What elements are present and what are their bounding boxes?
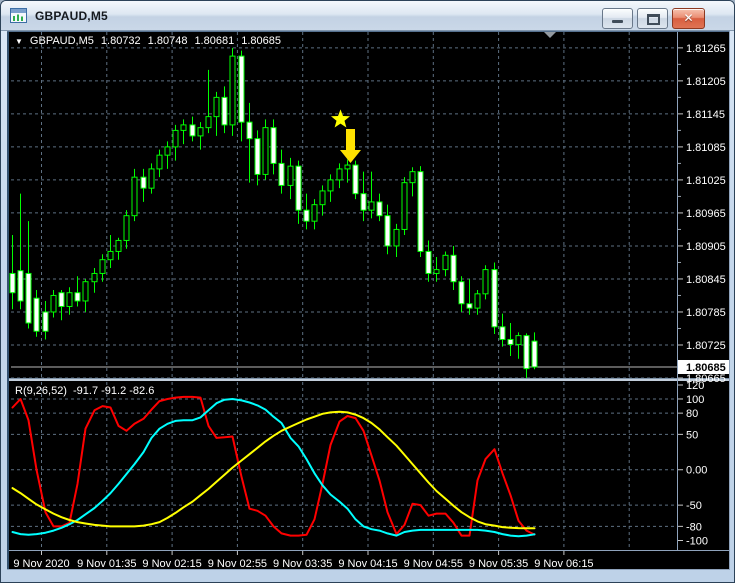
- svg-text:9 Nov 04:15: 9 Nov 04:15: [338, 558, 397, 570]
- svg-text:9 Nov 01:35: 9 Nov 01:35: [77, 558, 136, 570]
- restore-icon: [647, 14, 660, 25]
- restore-button[interactable]: [637, 8, 668, 29]
- svg-text:-50: -50: [686, 500, 702, 512]
- svg-text:1.81025: 1.81025: [686, 175, 726, 187]
- minimize-icon: [612, 20, 623, 23]
- svg-text:1.81085: 1.81085: [686, 142, 726, 154]
- svg-text:120: 120: [686, 380, 704, 392]
- chart-canvas[interactable]: 1.81265 1.81205 1.81145 1.81085 1.81025 1.809…: [7, 31, 730, 570]
- svg-text:0.00: 0.00: [686, 465, 707, 477]
- window-controls: ✕: [602, 8, 705, 29]
- star-marker[interactable]: [331, 109, 350, 128]
- time-axis: 9 Nov 2020 9 Nov 01:35 9 Nov 02:15 9 Nov 02…: [13, 551, 594, 570]
- svg-text:1.80725: 1.80725: [686, 340, 726, 352]
- close-icon: ✕: [683, 11, 694, 25]
- shift-marker-icon[interactable]: [544, 32, 556, 38]
- svg-text:1.80965: 1.80965: [686, 208, 726, 220]
- chart-window: GBPAUD,M5 ✕ 1.81265 1.81205 1.81145 1.81085…: [0, 0, 735, 583]
- svg-text:-80: -80: [686, 521, 702, 533]
- svg-text:9 Nov 04:55: 9 Nov 04:55: [404, 558, 463, 570]
- down-arrow-marker[interactable]: [340, 129, 361, 163]
- svg-text:100: 100: [686, 394, 704, 406]
- svg-text:9 Nov 05:35: 9 Nov 05:35: [469, 558, 528, 570]
- svg-text:1.80785: 1.80785: [686, 307, 726, 319]
- svg-text:9 Nov 03:35: 9 Nov 03:35: [273, 558, 332, 570]
- grid: [11, 32, 677, 549]
- svg-text:9 Nov 06:15: 9 Nov 06:15: [534, 558, 593, 570]
- svg-text:9 Nov 2020: 9 Nov 2020: [13, 558, 69, 570]
- minimize-button[interactable]: [602, 8, 633, 29]
- title-bar[interactable]: GBPAUD,M5 ✕: [1, 1, 734, 31]
- svg-text:50: 50: [686, 429, 698, 441]
- svg-text:1.80685: 1.80685: [686, 362, 726, 374]
- svg-text:-100: -100: [686, 536, 708, 548]
- indicator-axis: 120 100 80 50 0.00 -50 -80 -100: [678, 380, 708, 548]
- svg-text:80: 80: [686, 408, 698, 420]
- chart-window-icon[interactable]: [10, 8, 27, 23]
- symbol-dropdown-icon[interactable]: ▼: [15, 36, 23, 47]
- price-axis: 1.81265 1.81205 1.81145 1.81085 1.81025 1.809…: [678, 43, 730, 385]
- svg-text:1.81205: 1.81205: [686, 76, 726, 88]
- svg-text:1.81265: 1.81265: [686, 43, 726, 55]
- svg-text:1.80905: 1.80905: [686, 241, 726, 253]
- window-title: GBPAUD,M5: [35, 8, 108, 23]
- svg-text:1.80845: 1.80845: [686, 274, 726, 286]
- svg-text:1.81145: 1.81145: [686, 109, 725, 121]
- svg-text:9 Nov 02:15: 9 Nov 02:15: [142, 558, 201, 570]
- close-button[interactable]: ✕: [672, 8, 705, 29]
- indicator-lines: [11, 395, 536, 538]
- svg-text:9 Nov 02:55: 9 Nov 02:55: [208, 558, 267, 570]
